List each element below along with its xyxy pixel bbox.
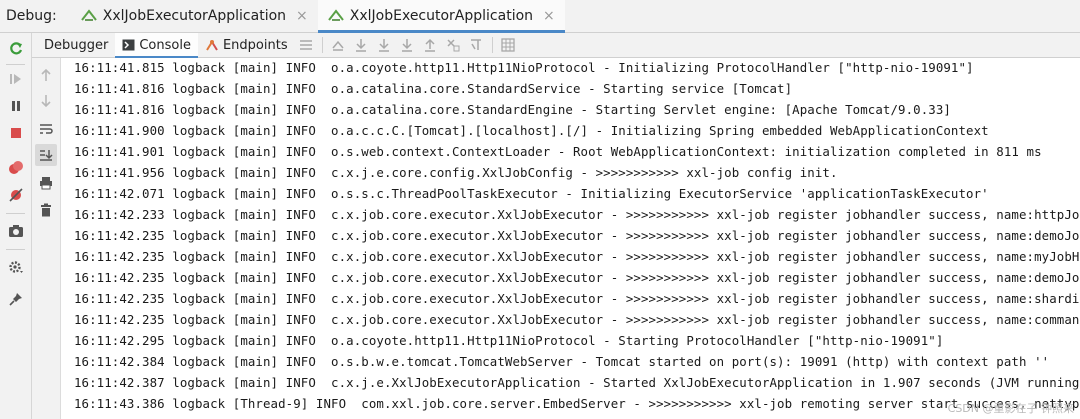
- drop-frame-icon[interactable]: [442, 33, 465, 57]
- debug-run-tabs-bar: Debug: XxlJobExecutorApplication × XxlJo…: [0, 0, 1080, 33]
- scroll-to-end-icon: [40, 150, 53, 161]
- spring-boot-icon: [327, 9, 344, 21]
- endpoints-icon: [205, 38, 219, 52]
- soft-wrap-icon: [40, 124, 53, 134]
- evaluate-expression-icon[interactable]: [497, 33, 520, 57]
- rerun-button[interactable]: [4, 37, 27, 60]
- up-arrow-icon: [41, 68, 51, 81]
- clear-all-button[interactable]: [35, 199, 57, 221]
- pin-icon: [8, 292, 22, 306]
- show-execution-point-icon[interactable]: [327, 33, 350, 57]
- pin-tab-button[interactable]: [4, 287, 27, 310]
- log-line: 16:11:43.386 logback [Thread-9] INFO com…: [74, 396, 1080, 411]
- watermark: CSDN @重影在子 钟照来: [947, 402, 1074, 415]
- soft-wrap-button[interactable]: [35, 118, 57, 140]
- log-line: 16:11:41.815 logback [main] INFO o.a.coy…: [74, 60, 974, 75]
- print-button[interactable]: [35, 172, 57, 194]
- printer-icon: [40, 177, 52, 190]
- run-tab-label: XxlJobExecutorApplication: [102, 8, 287, 24]
- mute-breakpoints-icon: [8, 187, 23, 202]
- console-output[interactable]: 16:11:41.815 logback [main] INFO o.a.coy…: [61, 58, 1080, 419]
- gear-icon: [8, 260, 23, 273]
- stop-icon: [10, 127, 21, 138]
- log-line: 16:11:42.235 logback [main] INFO c.x.job…: [74, 312, 1080, 327]
- log-line: 16:11:41.900 logback [main] INFO o.a.c.c…: [74, 123, 989, 138]
- step-out-icon[interactable]: [419, 33, 442, 57]
- log-line: 16:11:42.295 logback [main] INFO o.a.coy…: [74, 333, 944, 348]
- log-line: 16:11:41.816 logback [main] INFO o.a.cat…: [74, 81, 793, 96]
- log-line: 16:11:42.235 logback [main] INFO c.x.job…: [74, 228, 1080, 243]
- pause-button[interactable]: [4, 94, 27, 117]
- run-tab-label: XxlJobExecutorApplication: [349, 8, 534, 24]
- view-breakpoints-button[interactable]: [4, 156, 27, 179]
- layout-menu-icon[interactable]: [295, 33, 318, 57]
- resume-button[interactable]: [4, 67, 27, 90]
- log-line: 16:11:41.901 logback [main] INFO o.s.web…: [74, 144, 1042, 159]
- tab-debugger-label: Debugger: [44, 37, 109, 53]
- close-icon[interactable]: ×: [543, 8, 555, 24]
- run-tab-xxljob-2[interactable]: XxlJobExecutorApplication ×: [317, 0, 565, 33]
- log-line: 16:11:42.235 logback [main] INFO c.x.job…: [74, 291, 1080, 306]
- scroll-to-end-button[interactable]: [35, 144, 57, 166]
- down-arrow-button[interactable]: [35, 90, 57, 112]
- tab-console[interactable]: Console: [115, 33, 198, 58]
- breakpoints-icon: [8, 160, 23, 174]
- spring-boot-icon: [80, 9, 97, 21]
- trash-icon: [41, 203, 51, 217]
- settings-button[interactable]: [4, 255, 27, 278]
- up-arrow-button[interactable]: [35, 64, 57, 86]
- run-tab-xxljob-1[interactable]: XxlJobExecutorApplication ×: [71, 0, 318, 32]
- debug-label: Debug:: [6, 8, 57, 24]
- log-line: 16:11:42.071 logback [main] INFO o.s.s.c…: [74, 186, 989, 201]
- force-step-into-icon[interactable]: [396, 33, 419, 57]
- log-line: 16:11:41.956 logback [main] INFO c.x.j.e…: [74, 165, 838, 180]
- run-to-cursor-icon[interactable]: [465, 33, 488, 57]
- screenshot-button[interactable]: [4, 219, 27, 242]
- tab-console-label: Console: [139, 37, 191, 53]
- pause-icon: [11, 100, 20, 111]
- log-line: 16:11:41.816 logback [main] INFO o.a.cat…: [74, 102, 951, 117]
- mute-breakpoints-button[interactable]: [4, 183, 27, 206]
- down-arrow-icon: [41, 95, 51, 108]
- console-side-toolbar: [32, 58, 61, 419]
- debug-view-tabs: Debugger Console Endpoints: [32, 33, 1080, 58]
- tab-debugger[interactable]: Debugger: [32, 33, 115, 57]
- debug-actions-toolbar: [0, 33, 32, 419]
- step-over-icon[interactable]: [350, 33, 373, 57]
- camera-icon: [8, 224, 23, 237]
- console-icon: [122, 39, 135, 51]
- log-line: 16:11:42.235 logback [main] INFO c.x.job…: [74, 249, 1080, 264]
- resume-icon: [9, 73, 21, 84]
- close-icon[interactable]: ×: [296, 8, 308, 24]
- log-line: 16:11:42.387 logback [main] INFO c.x.j.e…: [74, 375, 1080, 390]
- rerun-icon: [9, 41, 22, 54]
- stop-button[interactable]: [4, 121, 27, 144]
- tab-endpoints[interactable]: Endpoints: [198, 33, 295, 57]
- log-line: 16:11:42.384 logback [main] INFO o.s.b.w…: [74, 354, 1050, 369]
- step-into-icon[interactable]: [373, 33, 396, 57]
- log-line: 16:11:42.233 logback [main] INFO c.x.job…: [74, 207, 1080, 222]
- log-line: 16:11:42.235 logback [main] INFO c.x.job…: [74, 270, 1080, 285]
- tab-endpoints-label: Endpoints: [222, 37, 288, 53]
